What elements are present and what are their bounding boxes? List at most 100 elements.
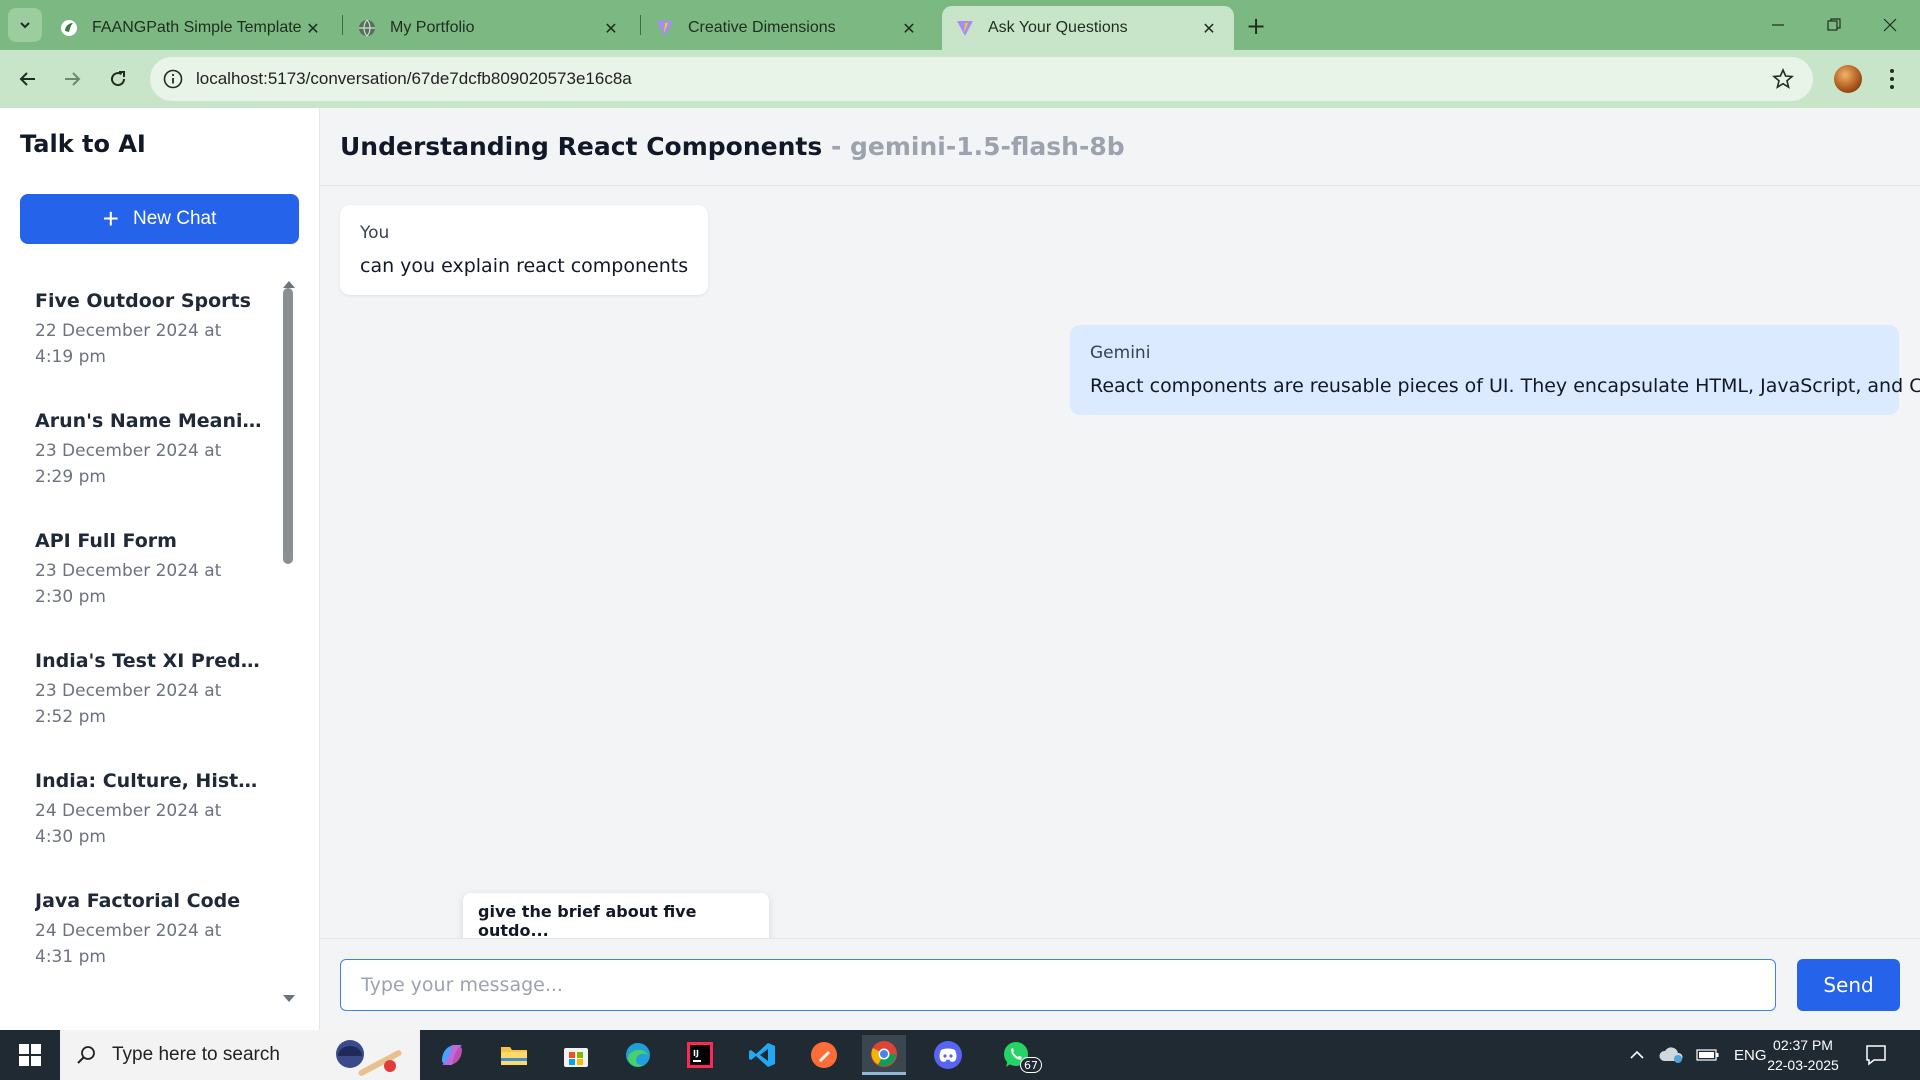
clock-time: 02:37 PM: [1773, 1037, 1833, 1053]
user-message: You can you explain react components: [340, 205, 709, 295]
message-input[interactable]: [340, 959, 1776, 1011]
conversation-date: 24 December 2024 at 4:30 pm: [35, 801, 222, 847]
edge-browser-icon[interactable]: [616, 1035, 660, 1075]
tab-ask-your-questions[interactable]: Ask Your Questions ✕: [942, 6, 1234, 50]
postman-icon[interactable]: [802, 1035, 846, 1075]
conversation-item[interactable]: Five Outdoor Sports 22 December 2024 at …: [20, 280, 270, 380]
tab-title: Ask Your Questions: [988, 19, 1128, 36]
onedrive-cloud-icon[interactable]: [1658, 1045, 1684, 1065]
conversation-item[interactable]: Java Factorial Code 24 December 2024 at …: [20, 880, 270, 980]
overleaf-icon: [60, 19, 78, 37]
scroll-up-arrow-icon[interactable]: [283, 281, 295, 288]
windows-logo-icon: [19, 1044, 41, 1066]
notification-center-icon[interactable]: [1864, 1043, 1888, 1067]
conversation-title: API Full Form: [35, 530, 177, 552]
conversation-date: 22 December 2024 at 4:19 pm: [35, 321, 222, 367]
windows-taskbar: Type here to search IJ 67 ENG 02:37 PM 2: [0, 1030, 1920, 1080]
app-title: Talk to AI: [20, 130, 146, 158]
close-icon[interactable]: ✕: [898, 17, 920, 39]
conversation-title: Arun's Name Meaning: [35, 410, 265, 432]
close-icon[interactable]: ✕: [1198, 17, 1220, 39]
search-placeholder: Type here to search: [112, 1044, 280, 1065]
tab-faangpath[interactable]: FAANGPath Simple Template - C ✕: [46, 6, 338, 50]
conversation-list: Five Outdoor Sports 22 December 2024 at …: [20, 280, 280, 1080]
chevron-up-icon[interactable]: [1628, 1046, 1646, 1064]
model-name: - gemini-1.5-flash-8b: [830, 132, 1125, 161]
conversation-date: 23 December 2024 at 2:29 pm: [35, 441, 222, 487]
reload-button[interactable]: [100, 61, 136, 97]
discord-icon[interactable]: [926, 1035, 970, 1075]
file-explorer-icon[interactable]: [492, 1035, 536, 1075]
message-composer: Send: [320, 938, 1920, 1030]
start-button[interactable]: [0, 1030, 60, 1080]
tab-divider: [640, 15, 641, 35]
close-window-button[interactable]: [1862, 0, 1918, 50]
tab-creative-dimensions[interactable]: Creative Dimensions ✕: [642, 6, 934, 50]
message-text: React components are reusable pieces of …: [1090, 375, 1920, 397]
minimize-button[interactable]: [1750, 0, 1806, 50]
conversation-item[interactable]: API Full Form 23 December 2024 at 2:30 p…: [20, 520, 270, 620]
intellij-idea-icon[interactable]: IJ: [678, 1035, 722, 1075]
globe-icon: [358, 19, 376, 37]
new-chat-button[interactable]: + New Chat: [20, 194, 299, 244]
tab-my-portfolio[interactable]: My Portfolio ✕: [344, 6, 636, 50]
conversation-date: 23 December 2024 at 2:30 pm: [35, 561, 222, 607]
conversation-title: India's Test XI Prediction: [35, 650, 265, 672]
message-sender: You: [360, 223, 390, 243]
conversation-title: Java Factorial Code: [35, 890, 241, 912]
plus-icon: +: [102, 203, 119, 234]
close-icon[interactable]: ✕: [302, 17, 324, 39]
forward-button[interactable]: [54, 61, 90, 97]
plus-icon: +: [1245, 12, 1267, 40]
whatsapp-icon[interactable]: 67: [990, 1035, 1042, 1075]
microsoft-store-icon[interactable]: [554, 1035, 598, 1075]
clock-date: 22-03-2025: [1767, 1057, 1839, 1073]
tab-search-button[interactable]: [8, 8, 42, 42]
chevron-down-icon: [20, 22, 30, 29]
new-tab-button[interactable]: +: [1242, 12, 1270, 40]
message-text: can you explain react components: [360, 255, 689, 277]
search-icon: [77, 1046, 95, 1064]
conversation-date: 23 December 2024 at 2:52 pm: [35, 681, 222, 727]
tab-title: My Portfolio: [390, 19, 475, 36]
restore-button[interactable]: [1806, 0, 1862, 50]
tab-title: FAANGPath Simple Template - C: [92, 19, 302, 36]
reload-icon: [111, 71, 126, 87]
site-info-icon[interactable]: [162, 68, 184, 90]
send-button[interactable]: Send: [1797, 959, 1900, 1011]
sidebar-scrollbar[interactable]: [280, 276, 298, 1006]
conversation-title: Five Outdoor Sports: [35, 290, 251, 312]
back-button[interactable]: [10, 61, 46, 97]
browser-menu-icon[interactable]: [1880, 62, 1904, 96]
address-bar[interactable]: localhost:5173/conversation/67de7dcfb809…: [150, 57, 1813, 101]
conversation-title: India: Culture, History, ...: [35, 770, 265, 792]
tab-title: Creative Dimensions: [688, 19, 836, 36]
close-icon[interactable]: ✕: [600, 17, 622, 39]
arrow-right-icon: [65, 72, 81, 86]
browser-tab-bar: FAANGPath Simple Template - C ✕ My Portf…: [0, 0, 1920, 50]
profile-avatar[interactable]: [1834, 65, 1862, 93]
browser-toolbar: localhost:5173/conversation/67de7dcfb809…: [0, 50, 1920, 108]
battery-icon[interactable]: [1696, 1048, 1720, 1062]
tab-divider: [342, 15, 343, 35]
conversation-item[interactable]: Arun's Name Meaning 23 December 2024 at …: [20, 400, 270, 500]
scrollbar-thumb[interactable]: [283, 288, 293, 564]
chat-panel: Understanding React Components - gemini-…: [320, 108, 1920, 1030]
scroll-down-arrow-icon[interactable]: [283, 995, 295, 1002]
copilot-icon[interactable]: [430, 1035, 474, 1075]
restore-icon: [1827, 18, 1841, 31]
vite-icon: [656, 19, 674, 37]
message-sender: Gemini: [1090, 343, 1151, 363]
close-icon: [1883, 18, 1897, 32]
system-clock[interactable]: 02:37 PM 22-03-2025: [1758, 1035, 1848, 1075]
ai-message: Gemini React components are reusable pie…: [1070, 325, 1920, 415]
conversation-item[interactable]: India: Culture, History, ... 24 December…: [20, 760, 270, 860]
vscode-icon[interactable]: [740, 1035, 784, 1075]
bookmark-star-icon[interactable]: [1771, 67, 1795, 91]
taskbar-search[interactable]: Type here to search: [60, 1030, 420, 1080]
conversation-item[interactable]: India's Test XI Prediction 23 December 2…: [20, 640, 270, 740]
url-text[interactable]: localhost:5173/conversation/67de7dcfb809…: [196, 69, 632, 89]
new-chat-label: New Chat: [132, 208, 217, 229]
cricket-doodle-icon: [336, 1040, 402, 1076]
chrome-browser-icon[interactable]: [862, 1035, 906, 1075]
